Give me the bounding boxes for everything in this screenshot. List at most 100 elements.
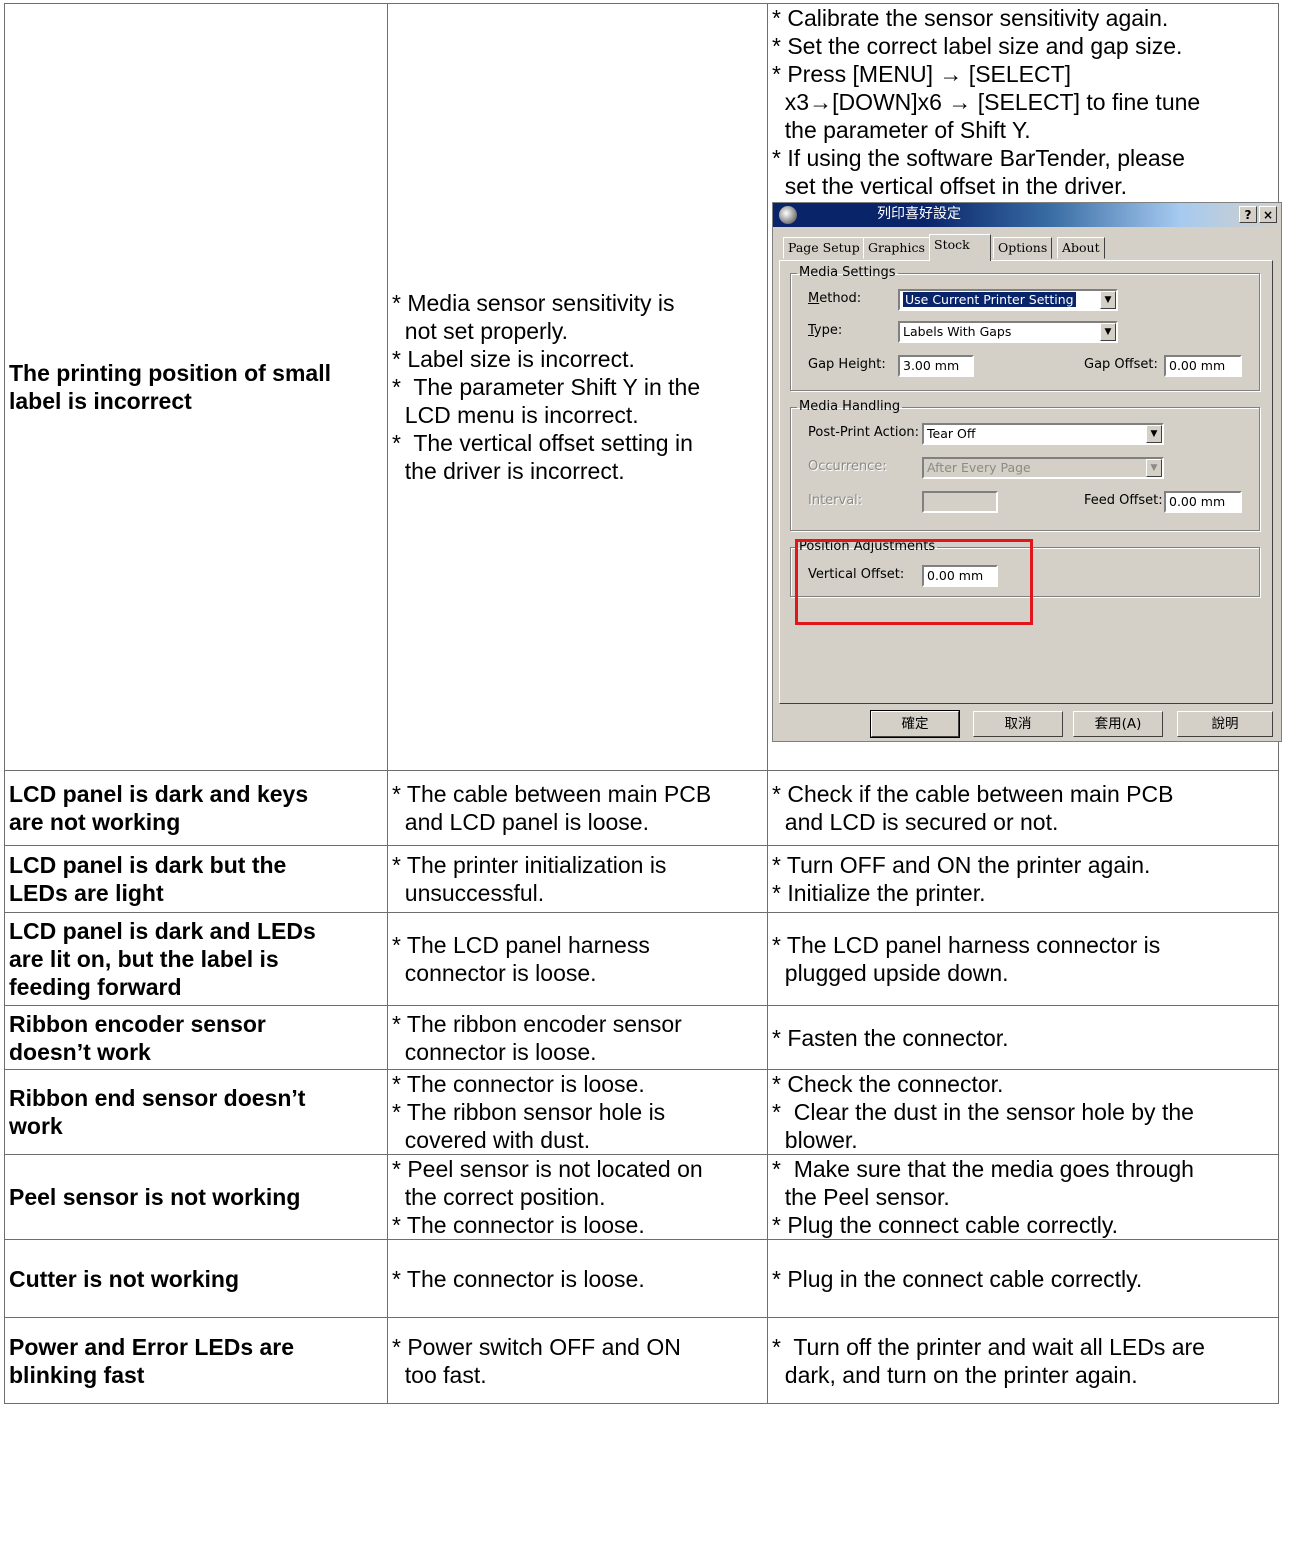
cause-cell-line: * The connector is loose. <box>392 1212 645 1238</box>
problem-cell-line: doesn’t work <box>9 1038 151 1065</box>
table-row: Cutter is not working * The connector is … <box>4 1239 1279 1318</box>
solution-cell-line: x3→[DOWN]x6 → [SELECT] to fine tune <box>772 89 1201 115</box>
method-select[interactable]: Use Current Printer Setting ▼ <box>898 289 1118 311</box>
problem-cell-line: Power and Error LEDs are <box>9 1333 295 1360</box>
solution-cell: * Calibrate the sensor sensitivity again… <box>767 3 1282 771</box>
problem-cell-line: feeding forward <box>9 974 182 1000</box>
ok-button[interactable]: 確定 <box>870 710 960 738</box>
solution-cell-line: * Check the connector. <box>772 1071 1004 1097</box>
solution-cell-line: and LCD is secured or not. <box>772 809 1059 835</box>
problem-cell-line: are lit on, but the label is <box>9 946 279 972</box>
chevron-down-icon: ▼ <box>1146 425 1162 443</box>
post-print-action-select[interactable]: Tear Off ▼ <box>922 423 1164 445</box>
cause-cell-line: * The ribbon sensor hole is <box>392 1099 666 1125</box>
help-button[interactable]: 說明 <box>1177 711 1273 737</box>
cause-cell-line: the correct position. <box>392 1184 606 1210</box>
solution-cell-line: * Plug the connect cable correctly. <box>772 1212 1119 1238</box>
problem-cell: Ribbon encoder sensor doesn’t work <box>4 1005 388 1070</box>
solution-cell: * The LCD panel harness connector is plu… <box>767 912 1279 1006</box>
cause-cell-line: * Label size is incorrect. <box>392 346 635 372</box>
problem-cell: Power and Error LEDs are blinking fast <box>4 1317 388 1404</box>
cause-cell: * The connector is loose. <box>387 1239 768 1318</box>
solution-cell-line: * Make sure that the media goes through <box>772 1156 1194 1182</box>
cause-cell-line: * The vertical offset setting in <box>392 430 693 456</box>
solution-cell-line: * Turn off the printer and wait all LEDs… <box>772 1333 1205 1360</box>
solution-cell: * Check the connector. * Clear the dust i… <box>767 1069 1279 1155</box>
dialog-title: 列印喜好設定 <box>877 206 961 222</box>
tab-graphics[interactable]: Graphics <box>863 237 930 259</box>
problem-cell: LCD panel is dark but the LEDs are light <box>4 845 388 913</box>
table-row: The printing position of small label is i… <box>4 3 1282 771</box>
cause-cell: * The printer initialization is unsucces… <box>387 845 768 913</box>
solution-cell-line: * Turn OFF and ON the printer again. <box>772 852 1151 878</box>
cause-cell-line: * The connector is loose. <box>392 1071 645 1097</box>
help-title-button[interactable]: ? <box>1239 206 1257 223</box>
cause-cell-line: * The parameter Shift Y in the <box>392 374 701 400</box>
problem-cell-line: LEDs are light <box>9 880 164 906</box>
cause-cell: * Power switch OFF and ON too fast. <box>387 1317 768 1404</box>
problem-cell-line: Ribbon end sensor doesn’t <box>9 1085 306 1111</box>
cause-cell: * The LCD panel harness connector is loo… <box>387 912 768 1006</box>
cancel-button[interactable]: 取消 <box>973 711 1063 737</box>
type-label: Type: <box>808 323 843 338</box>
cause-cell-line: not set properly. <box>392 318 568 344</box>
solution-cell: * Make sure that the media goes through … <box>767 1154 1279 1240</box>
solution-cell-line: * Plug in the connect cable correctly. <box>772 1265 1143 1292</box>
media-settings-legend: Media Settings <box>799 265 896 280</box>
solution-cell-line: * If using the software BarTender, pleas… <box>772 145 1185 171</box>
table-row: LCD panel is dark and LEDs are lit on, bu… <box>4 912 1279 1006</box>
media-handling-legend: Media Handling <box>799 399 901 414</box>
tab-page-setup[interactable]: Page Setup <box>783 237 865 259</box>
cause-cell: * The ribbon encoder sensor connector is… <box>387 1005 768 1070</box>
problem-cell-line: The printing position of small <box>9 360 331 386</box>
close-icon[interactable]: × <box>1259 206 1277 223</box>
problem-cell-line: Cutter is not working <box>9 1265 239 1292</box>
cause-cell-line: too fast. <box>392 1361 487 1388</box>
problem-cell-line: Peel sensor is not working <box>9 1184 301 1210</box>
problem-cell: LCD panel is dark and LEDs are lit on, bu… <box>4 912 388 1006</box>
troubleshooting-table: The printing position of small label is i… <box>4 3 1282 1404</box>
solution-cell-line: * Calibrate the sensor sensitivity again… <box>772 5 1169 31</box>
feed-offset-field[interactable]: 0.00 mm <box>1164 491 1242 513</box>
gap-offset-field[interactable]: 0.00 mm <box>1164 355 1242 377</box>
tab-stock[interactable]: Stock <box>929 234 991 261</box>
cause-cell-line: * The cable between main PCB <box>392 781 712 807</box>
problem-cell: The printing position of small label is i… <box>4 3 388 771</box>
solution-cell: * Turn off the printer and wait all LEDs… <box>767 1317 1279 1404</box>
tab-options[interactable]: Options <box>993 237 1053 259</box>
solution-cell: * Check if the cable between main PCB an… <box>767 770 1279 846</box>
problem-cell-line: Ribbon encoder sensor <box>9 1010 266 1037</box>
chevron-down-icon: ▼ <box>1146 459 1162 477</box>
solution-cell-line: set the vertical offset in the driver. <box>772 173 1127 199</box>
tab-about[interactable]: About <box>1057 237 1105 259</box>
solution-cell-line: * Fasten the connector. <box>772 1024 1009 1051</box>
interval-field <box>922 491 998 513</box>
solution-cell-line: the parameter of Shift Y. <box>772 117 1031 143</box>
post-print-action-label: Post-Print Action: <box>808 425 920 440</box>
type-select[interactable]: Labels With Gaps ▼ <box>898 321 1118 343</box>
problem-cell: LCD panel is dark and keys are not workin… <box>4 770 388 846</box>
apply-button[interactable]: 套用(A) <box>1073 711 1163 737</box>
table-row: LCD panel is dark but the LEDs are light *… <box>4 845 1279 913</box>
problem-cell-line: LCD panel is dark and LEDs <box>9 918 316 944</box>
dialog-titlebar: 列印喜好設定 ? × <box>773 203 1281 227</box>
solution-cell-line: * The LCD panel harness connector is <box>772 932 1161 958</box>
cause-cell-line: * The printer initialization is <box>392 852 667 878</box>
solution-cell-line: plugged upside down. <box>772 960 1009 986</box>
solution-cell-line: * Clear the dust in the sensor hole by t… <box>772 1099 1194 1125</box>
cause-cell-line: * Media sensor sensitivity is <box>392 290 675 316</box>
cause-cell: * Peel sensor is not located on the corr… <box>387 1154 768 1240</box>
cause-cell-line: * The ribbon encoder sensor <box>392 1010 682 1037</box>
solution-cell-line: * Check if the cable between main PCB <box>772 781 1174 807</box>
cause-cell: * Media sensor sensitivity is not set pr… <box>387 3 768 771</box>
cause-cell-line: * Peel sensor is not located on <box>392 1156 703 1182</box>
solution-cell-line: * Press [MENU] → [SELECT] <box>772 61 1072 87</box>
problem-cell-line: label is incorrect <box>9 388 192 414</box>
solution-cell-line: blower. <box>772 1127 858 1153</box>
solution-cell-line: dark, and turn on the printer again. <box>772 1361 1138 1388</box>
printer-icon <box>779 206 797 224</box>
gap-height-field[interactable]: 3.00 mm <box>898 355 974 377</box>
cause-cell-line: * Power switch OFF and ON <box>392 1333 681 1360</box>
table-row: Ribbon end sensor doesn’t work * The conne… <box>4 1069 1279 1155</box>
cause-cell-line: * The LCD panel harness <box>392 932 650 958</box>
